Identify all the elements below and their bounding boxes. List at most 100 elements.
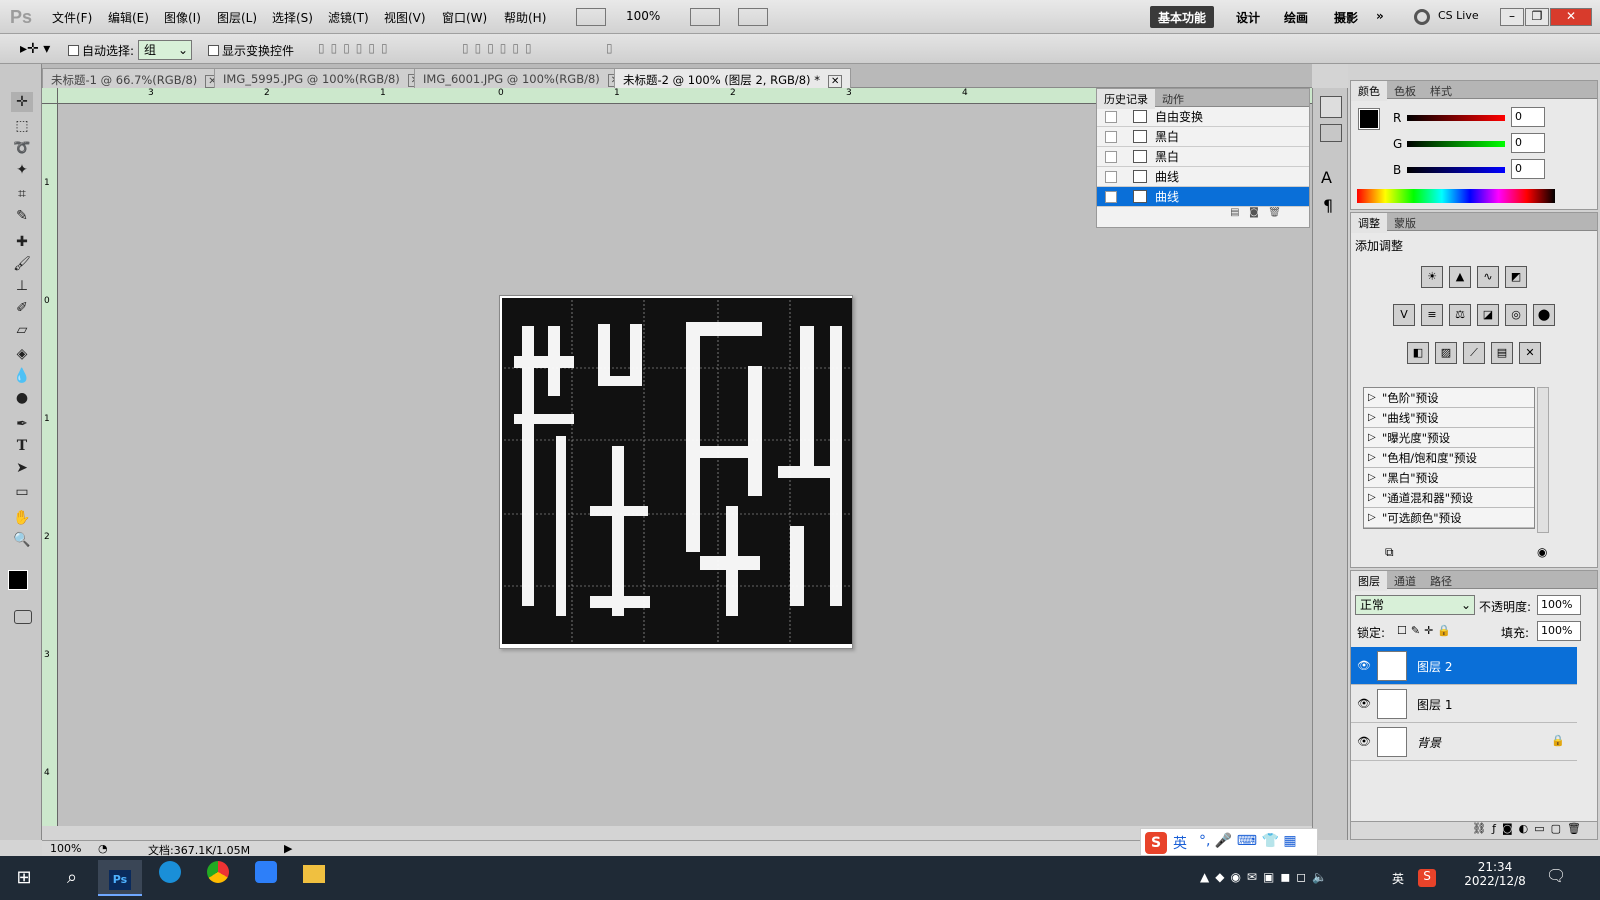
blur-tool-icon[interactable]: 💧 bbox=[11, 366, 33, 386]
history-dock-icon[interactable] bbox=[1320, 96, 1342, 118]
g-value[interactable]: 0 bbox=[1511, 133, 1545, 153]
file-explorer-icon[interactable] bbox=[292, 860, 336, 896]
launch-bridge-icon[interactable] bbox=[576, 8, 606, 26]
presets-scrollbar[interactable] bbox=[1537, 387, 1549, 533]
menu-file[interactable]: 文件(F) bbox=[52, 9, 92, 26]
ime-mode[interactable]: 英 bbox=[1173, 833, 1187, 853]
invert-icon[interactable]: ◧ bbox=[1407, 342, 1429, 364]
doc-tab-3[interactable]: IMG_6001.JPG @ 100%(RGB/8)✕ bbox=[414, 68, 632, 88]
tab-layers[interactable]: 图层 bbox=[1351, 571, 1387, 591]
layers-footer-icons[interactable]: ⛓ƒ◙◐▭▢🗑 bbox=[1351, 821, 1597, 839]
pen-tool-icon[interactable]: ✒ bbox=[11, 414, 33, 434]
tab-color[interactable]: 颜色 bbox=[1351, 81, 1387, 101]
b-value[interactable]: 0 bbox=[1511, 159, 1545, 179]
doc-tab-1[interactable]: 未标题-1 @ 66.7%(RGB/8) ✕ bbox=[42, 68, 229, 88]
close-button[interactable]: ✕ bbox=[1550, 8, 1592, 26]
restore-button[interactable]: ❐ bbox=[1525, 8, 1549, 26]
status-icon[interactable]: ◔ bbox=[98, 842, 108, 855]
windows-start-icon[interactable]: ⊞ bbox=[2, 860, 46, 896]
preset-curves[interactable]: "曲线"预设 bbox=[1364, 408, 1534, 428]
preset-black-white[interactable]: "黑白"预设 bbox=[1364, 468, 1534, 488]
tray-ime-icon[interactable]: S bbox=[1418, 869, 1436, 887]
menu-filter[interactable]: 滤镜(T) bbox=[328, 9, 369, 26]
exposure-icon[interactable]: ◩ bbox=[1505, 266, 1527, 288]
tab-actions[interactable]: 动作 bbox=[1155, 89, 1191, 109]
channel-mixer-icon[interactable]: ⬤ bbox=[1533, 304, 1555, 326]
workspace-more[interactable]: » bbox=[1368, 6, 1392, 28]
g-slider[interactable] bbox=[1407, 141, 1505, 147]
tab-masks[interactable]: 蒙版 bbox=[1387, 213, 1423, 233]
close-tab-icon[interactable]: ✕ bbox=[827, 75, 843, 88]
healing-brush-tool-icon[interactable]: ✚ bbox=[11, 232, 33, 252]
color-spectrum-bar[interactable] bbox=[1357, 189, 1555, 203]
auto-select-dropdown[interactable]: 组 ⌄ bbox=[138, 40, 192, 60]
fill-value[interactable]: 100% bbox=[1537, 621, 1581, 641]
preset-exposure[interactable]: "曝光度"预设 bbox=[1364, 428, 1534, 448]
menu-layer[interactable]: 图层(L) bbox=[217, 9, 257, 26]
tab-history[interactable]: 历史记录 bbox=[1097, 89, 1155, 109]
brush-tool-icon[interactable]: 🖌 bbox=[11, 254, 33, 274]
workspace-design[interactable]: 设计 bbox=[1228, 6, 1268, 28]
actions-dock-icon[interactable] bbox=[1320, 124, 1342, 142]
r-slider[interactable] bbox=[1407, 115, 1505, 121]
menu-edit[interactable]: 编辑(E) bbox=[108, 9, 149, 26]
vibrance-icon[interactable]: V bbox=[1393, 304, 1415, 326]
status-menu-arrow-icon[interactable]: ▶ bbox=[284, 842, 292, 855]
hue-saturation-icon[interactable]: ≡ bbox=[1421, 304, 1443, 326]
show-transform-checkbox[interactable]: 显示变换控件 bbox=[208, 42, 294, 59]
history-row[interactable]: 黑白 bbox=[1097, 147, 1309, 167]
posterize-icon[interactable]: ▨ bbox=[1435, 342, 1457, 364]
paragraph-dock-icon[interactable]: ¶ bbox=[1323, 196, 1333, 215]
auto-select-checkbox[interactable]: 自动选择: bbox=[68, 42, 134, 59]
system-tray-icons[interactable]: ▲◆◉✉▣◼◻🔈 bbox=[1200, 870, 1333, 884]
doc-tab-4-active[interactable]: 未标题-2 @ 100% (图层 2, RGB/8) * ✕ bbox=[614, 68, 852, 88]
workspace-painting[interactable]: 绘画 bbox=[1276, 6, 1316, 28]
b-slider[interactable] bbox=[1407, 167, 1505, 173]
align-buttons[interactable]: ▯▯▯▯▯▯ bbox=[318, 41, 442, 57]
tab-styles[interactable]: 样式 bbox=[1423, 81, 1459, 101]
r-value[interactable]: 0 bbox=[1511, 107, 1545, 127]
lock-icons[interactable]: ☐✎✛🔒 bbox=[1397, 624, 1455, 637]
fg-color-swatch[interactable] bbox=[1358, 108, 1380, 130]
menu-select[interactable]: 选择(S) bbox=[272, 9, 313, 26]
history-row[interactable]: 黑白 bbox=[1097, 127, 1309, 147]
marquee-tool-icon[interactable]: ⬚ bbox=[11, 116, 33, 136]
menu-view[interactable]: 视图(V) bbox=[384, 9, 426, 26]
selective-color-icon[interactable]: ✕ bbox=[1519, 342, 1541, 364]
lasso-tool-icon[interactable]: ➰ bbox=[11, 138, 33, 158]
tab-paths[interactable]: 路径 bbox=[1423, 571, 1459, 591]
screen-mode-icon[interactable] bbox=[738, 8, 768, 26]
layer-row[interactable]: 👁 背景 🔒 bbox=[1351, 723, 1577, 761]
history-row[interactable]: 曲线 bbox=[1097, 167, 1309, 187]
doc-tab-2[interactable]: IMG_5995.JPG @ 100%(RGB/8)✕ bbox=[214, 68, 432, 88]
dodge-tool-icon[interactable]: ● bbox=[11, 388, 33, 408]
type-tool-icon[interactable]: T bbox=[11, 436, 33, 456]
zoom-select[interactable]: 100% bbox=[626, 9, 660, 23]
taskbar-clock[interactable]: 21:34 2022/12/8 bbox=[1460, 860, 1530, 888]
rectangle-tool-icon[interactable]: ▭ bbox=[11, 482, 33, 502]
layer-row[interactable]: 👁 图层 1 bbox=[1351, 685, 1577, 723]
visibility-eye-icon[interactable]: 👁 bbox=[1357, 697, 1371, 710]
visibility-eye-icon[interactable]: 👁 bbox=[1357, 659, 1371, 672]
blend-mode-dropdown[interactable]: 正常 ⌄ bbox=[1355, 595, 1475, 615]
history-footer-icons[interactable]: ▤ ◙ 🗑 bbox=[1097, 207, 1309, 223]
eyedropper-tool-icon[interactable]: ✎ bbox=[11, 206, 33, 226]
arrange-documents-icon[interactable] bbox=[690, 8, 720, 26]
tray-language[interactable]: 英 bbox=[1392, 870, 1404, 887]
status-zoom[interactable]: 100% bbox=[50, 842, 81, 855]
minimize-button[interactable]: – bbox=[1500, 8, 1524, 26]
photoshop-taskbar-icon[interactable]: Ps bbox=[98, 860, 142, 896]
path-selection-tool-icon[interactable]: ➤ bbox=[11, 458, 33, 478]
paint-bucket-tool-icon[interactable]: ◈ bbox=[11, 344, 33, 364]
quick-mask-icon[interactable] bbox=[14, 610, 32, 624]
distribute-buttons[interactable]: ▯▯▯▯▯▯ bbox=[462, 41, 586, 57]
menu-image[interactable]: 图像(I) bbox=[164, 9, 201, 26]
brightness-contrast-icon[interactable]: ☀ bbox=[1421, 266, 1443, 288]
preset-hue-saturation[interactable]: "色相/饱和度"预设 bbox=[1364, 448, 1534, 468]
gradient-map-icon[interactable]: ▤ bbox=[1491, 342, 1513, 364]
preset-channel-mixer[interactable]: "通道混和器"预设 bbox=[1364, 488, 1534, 508]
cs-live-button[interactable]: CS Live bbox=[1438, 9, 1479, 22]
edge-icon[interactable] bbox=[148, 860, 192, 896]
move-tool-preset-icon[interactable]: ▸✛ ▾ bbox=[20, 41, 50, 57]
crop-tool-icon[interactable]: ⌗ bbox=[11, 184, 33, 204]
